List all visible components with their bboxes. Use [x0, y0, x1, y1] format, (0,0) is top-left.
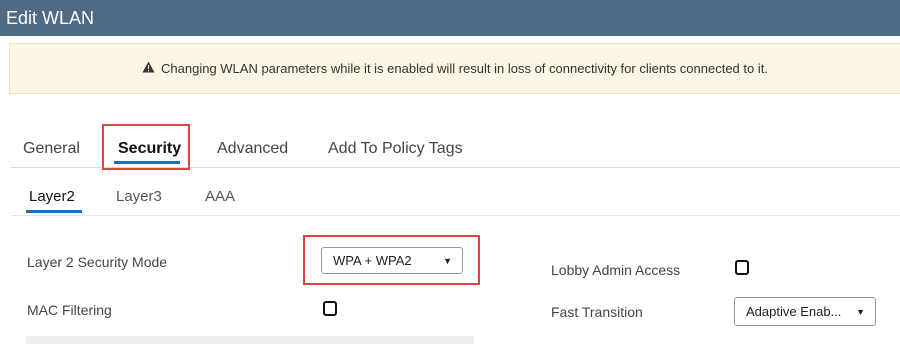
lobby-admin-access-checkbox[interactable] [735, 260, 749, 275]
fast-transition-value: Adaptive Enab... [746, 304, 842, 319]
subtab-layer3[interactable]: Layer3 [116, 188, 162, 205]
subtabs-divider [11, 215, 900, 216]
caret-down-icon: ▼ [856, 306, 865, 317]
layer2-security-mode-select[interactable]: WPA + WPA2 ▼ [321, 247, 463, 274]
tab-general[interactable]: General [23, 140, 80, 158]
warning-text: Changing WLAN parameters while it is ena… [161, 61, 768, 76]
window-title: Edit WLAN [0, 0, 900, 36]
section-divider [26, 336, 474, 344]
mac-filtering-label: MAC Filtering [27, 302, 112, 318]
layer2-security-mode-label: Layer 2 Security Mode [27, 254, 168, 270]
lobby-admin-access-label: Lobby Admin Access [551, 262, 681, 278]
layer2-security-mode-value: WPA + WPA2 [333, 253, 412, 268]
subtab-aaa[interactable]: AAA [205, 188, 235, 205]
caret-down-icon: ▼ [443, 255, 452, 266]
security-tab-highlight [102, 124, 190, 170]
mac-filtering-checkbox[interactable] [323, 301, 337, 316]
tab-add-to-policy-tags[interactable]: Add To Policy Tags [328, 140, 463, 158]
fast-transition-label: Fast Transition [551, 304, 643, 320]
fast-transition-select[interactable]: Adaptive Enab... ▼ [734, 297, 876, 326]
warning-banner: Changing WLAN parameters while it is ena… [9, 43, 900, 94]
tab-advanced[interactable]: Advanced [217, 140, 288, 158]
subtab-layer2[interactable]: Layer2 [29, 188, 75, 205]
subtab-layer2-underline [26, 210, 82, 213]
warning-triangle-icon [142, 61, 155, 76]
